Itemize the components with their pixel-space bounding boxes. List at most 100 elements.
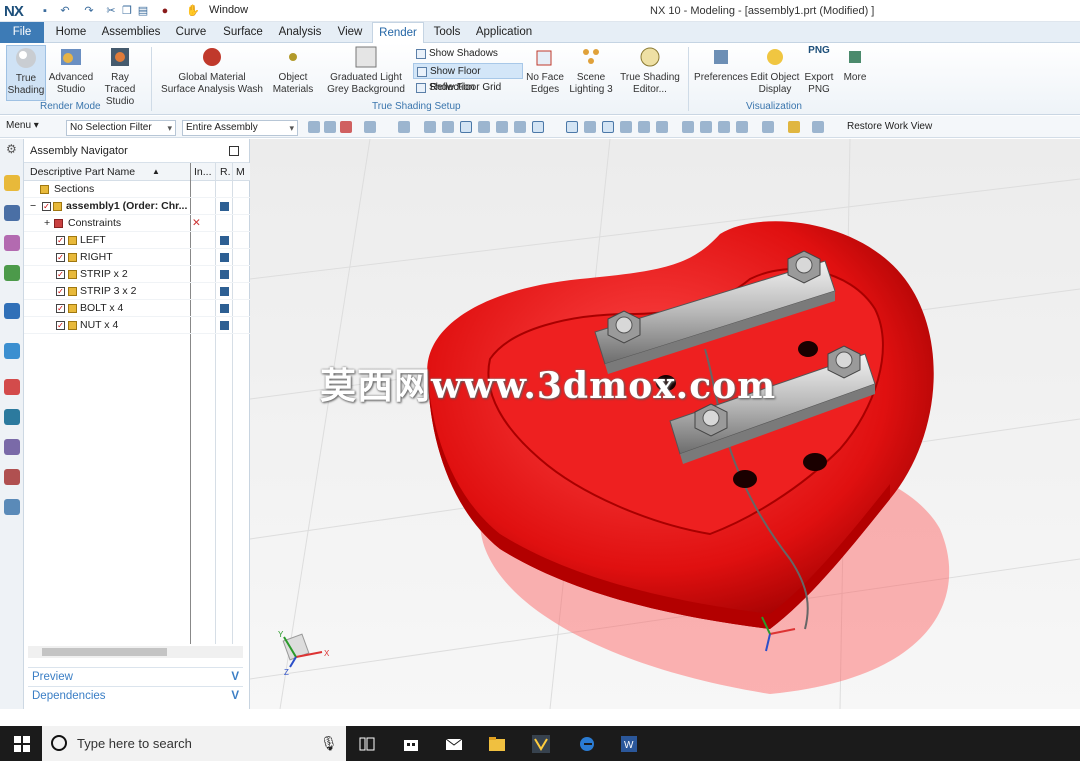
maximize-icon[interactable] <box>229 146 239 156</box>
curve-rule-icon[interactable] <box>364 121 376 133</box>
windows-start-icon[interactable] <box>13 735 31 753</box>
quadrant-icon[interactable] <box>532 121 544 133</box>
dependencies-pane[interactable]: Dependencies <box>28 686 243 705</box>
taskbar-search-box[interactable]: Type here to search 🎙 <box>42 726 346 761</box>
horizontal-scrollbar[interactable] <box>28 646 243 658</box>
tree-row-right[interactable]: ✓ RIGHT <box>24 249 250 266</box>
checkbox[interactable]: ✓ <box>56 253 65 262</box>
tree-row-strip[interactable]: ✓ STRIP x 2 <box>24 266 250 283</box>
graduated-light-grey-background-button[interactable]: Graduated Light Grey Background <box>322 45 410 96</box>
column-m[interactable]: M <box>236 163 245 181</box>
tree-row-nut[interactable]: ✓ NUT x 4 <box>24 317 250 334</box>
edit-object-display-button[interactable]: Edit Object Display <box>750 45 800 96</box>
redo-icon[interactable]: ↷ <box>82 4 96 18</box>
tree-row-sections[interactable]: Sections <box>24 181 250 198</box>
tab-analysis[interactable]: Analysis <box>274 22 326 43</box>
collapse-icon[interactable]: − <box>30 198 36 215</box>
midpoint-icon[interactable] <box>496 121 508 133</box>
global-material-button[interactable]: Global Material Surface Analysis Wash <box>160 45 264 96</box>
slash-icon[interactable] <box>620 121 632 133</box>
shaded-icon[interactable] <box>424 121 436 133</box>
orient-view-icon[interactable] <box>736 121 748 133</box>
show-floor-grid-toggle[interactable]: Show Floor Grid <box>413 80 523 96</box>
object-materials-button[interactable]: Object Materials <box>270 45 316 96</box>
microphone-icon[interactable]: 🎙 <box>320 735 338 752</box>
lasso-icon[interactable] <box>398 121 410 133</box>
tree-row-assembly[interactable]: − ✓ assembly1 (Order: Chr... <box>24 198 250 215</box>
ray-traced-studio-button[interactable]: Ray Traced Studio <box>96 45 144 108</box>
intersection-icon[interactable] <box>602 121 614 133</box>
roles-icon[interactable] <box>4 469 20 485</box>
no-face-edges-button[interactable]: No Face Edges <box>524 45 566 96</box>
checkbox[interactable]: ✓ <box>56 321 65 330</box>
assembly-navigator-icon[interactable] <box>4 175 20 191</box>
tree-row-bolt[interactable]: ✓ BOLT x 4 <box>24 300 250 317</box>
mail-icon[interactable] <box>445 735 463 753</box>
more-button[interactable]: More <box>840 45 870 84</box>
scene-lighting-button[interactable]: Scene Lighting 3 <box>566 45 616 96</box>
layer-icon[interactable] <box>812 121 824 133</box>
selection-scope-select[interactable]: Entire Assembly <box>182 120 298 136</box>
edge-browser-icon[interactable] <box>578 735 596 753</box>
restore-work-view-button[interactable]: Restore Work View <box>847 121 932 132</box>
view-icon[interactable] <box>682 121 694 133</box>
expand-icon[interactable]: + <box>44 215 50 232</box>
column-in[interactable]: In... <box>194 163 212 181</box>
endpoint-icon[interactable] <box>460 121 472 133</box>
cut-icon[interactable]: ✂ <box>104 4 118 18</box>
cube-icon[interactable] <box>442 121 454 133</box>
true-shading-button[interactable]: True Shading <box>6 45 46 101</box>
true-shading-editor-button[interactable]: True Shading Editor... <box>618 45 682 96</box>
word-icon[interactable]: W <box>620 735 638 753</box>
web-browser-icon[interactable] <box>4 303 20 319</box>
center-icon[interactable] <box>566 121 578 133</box>
tab-render[interactable]: Render <box>372 22 424 44</box>
system-materials-icon[interactable] <box>4 379 20 395</box>
tab-curve[interactable]: Curve <box>170 22 212 43</box>
history-icon[interactable] <box>4 343 20 359</box>
checkbox[interactable]: ✓ <box>56 287 65 296</box>
column-r[interactable]: R. <box>220 163 231 181</box>
graphics-window[interactable]: X Y Z 莫西网www.3dmox.com <box>250 139 1080 709</box>
undo-icon[interactable]: ↶ <box>58 4 72 18</box>
tab-assemblies[interactable]: Assemblies <box>98 22 164 43</box>
repeat-command-icon[interactable]: ● <box>158 4 172 18</box>
gear-icon[interactable]: ⚙ <box>6 142 17 156</box>
zoom-icon[interactable] <box>718 121 730 133</box>
feature-icon[interactable] <box>340 121 352 133</box>
checkbox[interactable]: ✓ <box>56 304 65 313</box>
tab-home[interactable]: Home <box>50 22 92 43</box>
show-floor-reflection-toggle[interactable]: Show Floor Reflection <box>413 63 523 93</box>
checkbox[interactable]: ✓ <box>56 236 65 245</box>
model-view[interactable]: X Y Z <box>250 139 1080 709</box>
process-studio-icon[interactable] <box>4 409 20 425</box>
tangent-icon[interactable] <box>514 121 526 133</box>
manufacturing-wizard-icon[interactable] <box>4 439 20 455</box>
advanced-studio-button[interactable]: Advanced Studio <box>48 45 94 96</box>
nx-app-icon[interactable] <box>532 735 550 753</box>
copy-icon[interactable]: ❐ <box>120 4 134 18</box>
snap-icon[interactable] <box>308 121 320 133</box>
export-png-button[interactable]: PNG Export PNG <box>800 45 838 96</box>
tree-row-strip-3[interactable]: ✓ STRIP 3 x 2 <box>24 283 250 300</box>
render-style-icon[interactable] <box>762 121 774 133</box>
save-icon[interactable]: ▪ <box>38 4 52 18</box>
paste-icon[interactable]: ▤ <box>136 4 150 18</box>
task-view-icon[interactable] <box>358 735 376 753</box>
tree-row-left[interactable]: ✓ LEFT <box>24 232 250 249</box>
select-mode-icon[interactable] <box>324 121 336 133</box>
bounded-grid-icon[interactable] <box>656 121 668 133</box>
checkbox[interactable]: ✓ <box>56 270 65 279</box>
system-scenes-icon[interactable] <box>4 499 20 515</box>
tab-view[interactable]: View <box>332 22 368 43</box>
file-explorer-icon[interactable] <box>488 735 506 753</box>
part-navigator-icon[interactable] <box>4 235 20 251</box>
show-shadows-toggle[interactable]: Show Shadows <box>413 46 523 62</box>
light-icon[interactable] <box>788 121 800 133</box>
tree-row-constraints[interactable]: + Constraints ✕ <box>24 215 250 232</box>
touch-mode-icon[interactable]: ✋ <box>186 4 200 18</box>
circle-snap-icon[interactable] <box>584 121 596 133</box>
tab-application[interactable]: Application <box>472 22 536 43</box>
tab-tools[interactable]: Tools <box>428 22 466 43</box>
preferences-button[interactable]: Preferences <box>694 45 748 84</box>
